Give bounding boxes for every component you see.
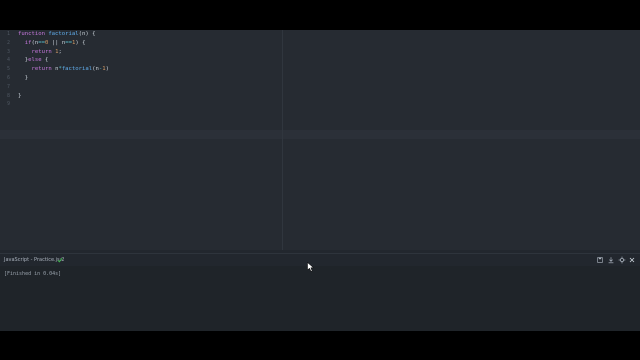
line-number: 8 (6, 92, 10, 99)
code-token: == (38, 39, 45, 46)
panel-title: JavaScript - Practice.js:2 (4, 257, 65, 263)
code-line[interactable]: } (18, 92, 21, 101)
code-token: } (18, 75, 29, 81)
code-token: { (41, 57, 49, 64)
line-number: 1 (6, 31, 10, 37)
output-panel-header: JavaScript - Practice.js:2 (0, 253, 640, 266)
line-number: 4 (6, 57, 10, 64)
code-token: if (24, 39, 32, 46)
line-number: 6 (6, 75, 10, 81)
code-token: function (18, 31, 49, 37)
line-number-gutter: 1 2 3 4 5 6 7 8 9 (0, 30, 14, 250)
code-token: return (31, 66, 56, 73)
code-line[interactable]: return n*factorial(n-1) (18, 65, 109, 74)
code-token: (n) { (78, 31, 96, 37)
code-token: || n (48, 39, 66, 46)
code-token: ) (105, 66, 109, 73)
code-editor[interactable]: 123456789 function factorial(n) { if(n==… (0, 30, 640, 250)
code-token: factorial (48, 31, 79, 37)
save-icon[interactable] (596, 256, 604, 264)
output-panel[interactable]: [Finished in 0.04s] (0, 266, 640, 331)
line-number: 5 (6, 66, 10, 73)
editor-window: 123456789 function factorial(n) { if(n==… (0, 30, 640, 331)
line-number: 7 (6, 83, 10, 90)
ruler-divider (282, 30, 283, 250)
pin-icon[interactable] (618, 256, 626, 264)
current-line-highlight (0, 130, 640, 139)
code-line[interactable]: if(n==0 || n==1) { (18, 39, 86, 48)
code-line[interactable]: }else { (18, 56, 49, 65)
code-token: factorial (61, 66, 93, 73)
line-number: 9 (6, 101, 10, 108)
download-icon[interactable] (607, 256, 615, 264)
mouse-cursor-icon (307, 262, 314, 272)
code-token: ) { (75, 39, 86, 46)
line-number: 3 (6, 48, 10, 55)
code-token: == (65, 39, 72, 46)
code-line[interactable]: function factorial(n) { (18, 30, 95, 39)
code-line[interactable]: return 1; (18, 48, 62, 57)
code-token: } (18, 57, 29, 64)
output-text: [Finished in 0.04s] (4, 271, 62, 277)
code-line[interactable]: } (18, 74, 28, 83)
code-token: ; (58, 48, 62, 55)
code-token: return (31, 48, 56, 55)
close-icon[interactable] (628, 256, 636, 264)
check-icon (57, 257, 63, 263)
code-token: else (28, 57, 42, 64)
code-token: (n (92, 66, 99, 73)
line-number: 2 (6, 39, 10, 46)
code-token: } (18, 92, 22, 99)
